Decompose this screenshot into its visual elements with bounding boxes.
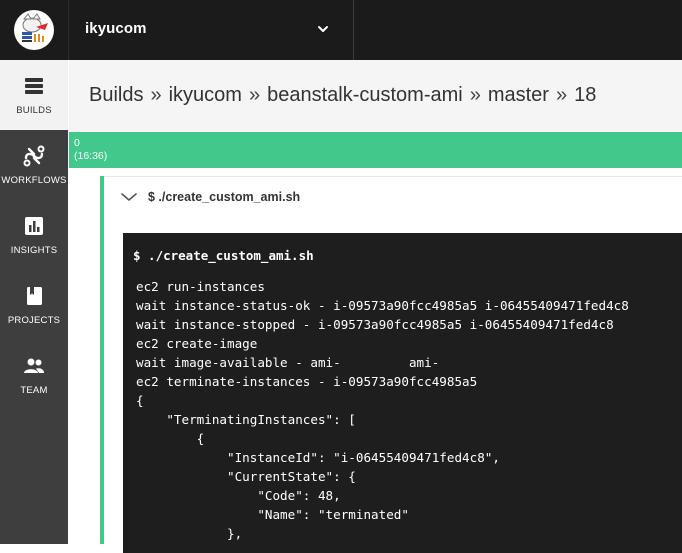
workflows-icon — [23, 145, 45, 167]
sidebar-item-label: INSIGHTS — [10, 245, 58, 256]
breadcrumb-build-number: 18 — [574, 84, 597, 106]
sidebar-item-insights[interactable]: INSIGHTS — [0, 200, 68, 270]
status-value: 0 — [74, 137, 80, 149]
build-status-bar: 0 (16:36) — [69, 132, 682, 168]
sidebar-item-label: WORKFLOWS — [1, 175, 67, 186]
step-area: $ ./create_custom_ami.sh $ ./create_cust… — [69, 168, 682, 553]
status-duration: (16:36) — [74, 150, 108, 162]
sidebar-item-label: BUILDS — [16, 105, 52, 116]
terminal-line: ec2 create-image — [136, 336, 258, 351]
terminal-line: "CurrentState": { — [136, 469, 356, 484]
breadcrumb-separator: » — [248, 84, 261, 106]
terminal-line: wait instance-stopped - i-09573a90fcc498… — [136, 317, 614, 332]
breadcrumb-builds[interactable]: Builds — [89, 84, 143, 106]
sidebar-item-team[interactable]: TEAM — [0, 340, 68, 410]
sidebar-item-label: PROJECTS — [7, 315, 61, 326]
sidebar-item-workflows[interactable]: WORKFLOWS — [0, 130, 68, 200]
breadcrumb-separator: » — [555, 84, 568, 106]
terminal-line: "Name": "terminated" — [136, 507, 409, 522]
chevron-down-icon[interactable] — [120, 191, 138, 203]
terminal-line: wait instance-status-ok - i-09573a90fcc4… — [136, 298, 629, 313]
projects-icon — [27, 287, 42, 305]
chevron-down-icon — [318, 26, 328, 32]
sidebar-item-label: TEAM — [20, 385, 48, 396]
breadcrumb: Builds » ikyucom » beanstalk-custom-ami » mast… — [89, 84, 596, 107]
org-switcher[interactable]: ikyucom — [69, 0, 354, 60]
terminal-line: "TerminatingInstances": [ — [136, 412, 356, 427]
terminal-line: "InstanceId": "i-06455409471fed4c8", — [136, 450, 500, 465]
page-header: Builds » ikyucom » beanstalk-custom-ami » mast… — [69, 60, 682, 133]
terminal-line: wait image-available - ami- ami- — [136, 355, 440, 370]
terminal-line: { — [136, 393, 144, 408]
terminal-line: ec2 terminate-instances - i-09573a90fcc4… — [136, 374, 478, 389]
breadcrumb-org[interactable]: ikyucom — [169, 84, 242, 106]
breadcrumb-separator: » — [150, 84, 162, 106]
team-icon — [24, 358, 44, 373]
step-container: $ ./create_custom_ami.sh $ ./create_cust… — [104, 176, 682, 553]
builds-icon — [25, 78, 43, 94]
sidebar-item-builds[interactable]: BUILDS — [0, 60, 68, 130]
logo-cell — [0, 0, 69, 60]
insights-icon — [25, 217, 43, 235]
step-header[interactable]: $ ./create_custom_ami.sh — [104, 177, 682, 217]
terminal-line: }, — [136, 526, 243, 541]
org-logo[interactable] — [14, 10, 54, 50]
step-title: $ ./create_custom_ami.sh — [148, 190, 301, 204]
org-name: ikyucom — [85, 20, 147, 37]
breadcrumb-separator: » — [469, 84, 481, 106]
terminal-line: { — [136, 431, 205, 446]
breadcrumb-branch[interactable]: master — [488, 84, 549, 106]
terminal-line: "Code": 48, — [136, 488, 341, 503]
terminal-command: $ ./create_custom_ami.sh — [133, 248, 314, 263]
terminal-line: ec2 run-instances — [136, 279, 265, 294]
sidebar-item-projects[interactable]: PROJECTS — [0, 270, 68, 340]
breadcrumb-project[interactable]: beanstalk-custom-ami — [267, 84, 463, 106]
terminal-output: $ ./create_custom_ami.sh ec2 run-instanc… — [123, 233, 682, 553]
sidebar: BUILDS WORKFLOWS INSIGHTS PROJECTS TEAM — [0, 60, 68, 544]
terminal-lines: ec2 run-instances wait instance-status-ok… — [136, 277, 629, 543]
top-bar: ikyucom — [0, 0, 682, 60]
